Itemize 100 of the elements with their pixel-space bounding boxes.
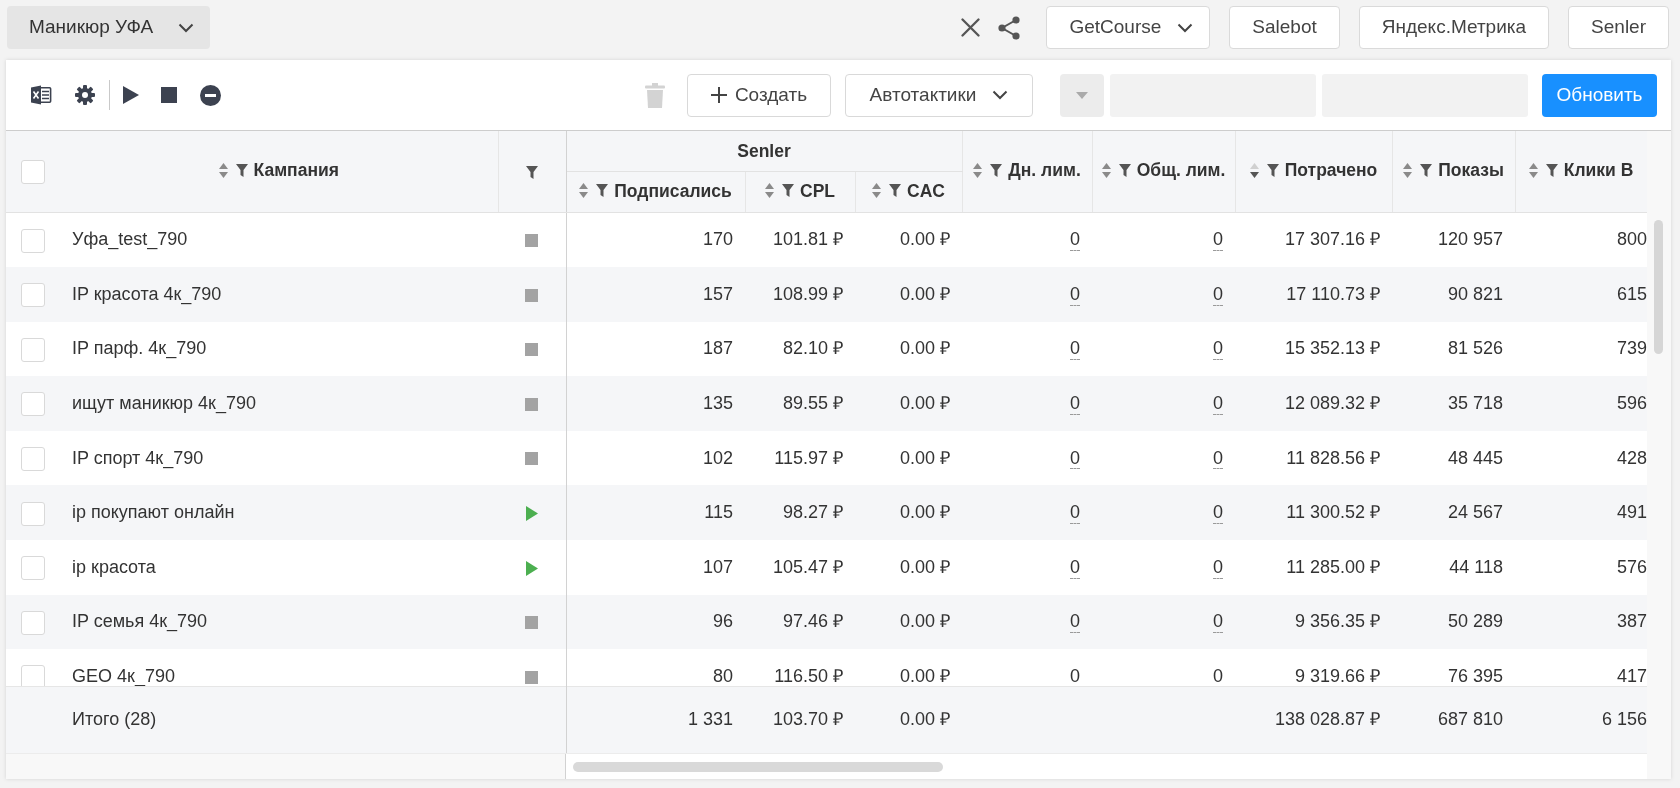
editable-value[interactable]: 0 <box>1213 502 1223 524</box>
editable-value[interactable]: 0 <box>1213 229 1223 251</box>
stop-status-icon[interactable] <box>525 616 539 630</box>
editable-value[interactable]: 0 <box>1070 556 1080 579</box>
editable-value[interactable]: 0 <box>1070 283 1080 306</box>
scrollbar-thumb[interactable] <box>573 762 943 773</box>
filter-icon[interactable] <box>526 166 538 179</box>
sort-icon[interactable] <box>1528 162 1538 178</box>
play-status-icon[interactable] <box>525 560 538 576</box>
editable-value[interactable]: 0 <box>1213 611 1223 634</box>
plus-icon <box>710 87 727 103</box>
number-value: 0.00 ₽ <box>899 447 950 468</box>
number-value: 800 <box>1616 229 1647 250</box>
chevron-down-icon <box>992 90 1009 100</box>
row-checkbox[interactable] <box>21 283 45 308</box>
project-dropdown[interactable]: Маникюр УФА <box>7 6 210 49</box>
total-value: 687 810 <box>1437 709 1503 730</box>
filter-icon[interactable] <box>782 184 794 198</box>
chevron-down-icon <box>178 22 194 33</box>
number-value: 11 828.56 ₽ <box>1286 447 1380 468</box>
service-button[interactable]: GetCourse <box>1046 6 1211 49</box>
chevron-down-icon <box>1177 22 1194 33</box>
editable-value[interactable]: 0 <box>1070 393 1080 415</box>
service-button[interactable]: Яндекс.Метрика <box>1358 6 1550 49</box>
editable-value[interactable]: 0 <box>1070 611 1080 634</box>
filter-icon[interactable] <box>235 163 248 177</box>
sort-icon[interactable] <box>973 162 983 178</box>
editable-value[interactable]: 0 <box>1213 447 1223 470</box>
column-header: CAC <box>907 179 945 203</box>
number-value: 108.99 ₽ <box>772 283 843 304</box>
campaign-name: ip красота <box>72 556 156 577</box>
editable-value[interactable]: 0 <box>1213 556 1223 579</box>
row-checkbox[interactable] <box>21 337 45 362</box>
row-checkbox[interactable] <box>21 501 45 526</box>
editable-value[interactable]: 0 <box>1213 393 1223 415</box>
number-value: 491 <box>1616 502 1647 523</box>
filter-icon[interactable] <box>990 163 1003 177</box>
stop-status-icon[interactable] <box>525 670 539 684</box>
sort-icon[interactable] <box>1101 162 1111 178</box>
editable-value[interactable]: 0 <box>1070 338 1080 361</box>
stop-status-icon[interactable] <box>525 234 539 248</box>
number-value: 105.47 ₽ <box>772 556 843 577</box>
spreadsheet-icon[interactable] <box>30 84 52 106</box>
number-value: 107 <box>702 556 733 577</box>
autotactics-dropdown[interactable]: Автотактики <box>845 73 1033 117</box>
number-value: 97.46 ₽ <box>782 611 843 632</box>
column-header: Дн. лим. <box>1008 159 1081 183</box>
sort-icon[interactable] <box>579 183 589 199</box>
number-value: 90 821 <box>1447 283 1503 304</box>
vertical-scrollbar[interactable] <box>1647 131 1671 779</box>
number-value: 89.55 ₽ <box>782 393 843 414</box>
stop-status-icon[interactable] <box>525 343 539 357</box>
stop-status-icon[interactable] <box>525 397 539 411</box>
minus-circle-icon[interactable] <box>200 84 221 106</box>
row-checkbox[interactable] <box>21 228 45 253</box>
filter-icon[interactable] <box>1118 163 1131 177</box>
row-checkbox[interactable] <box>21 446 45 471</box>
row-checkbox[interactable] <box>21 665 45 686</box>
row-checkbox[interactable] <box>21 392 45 417</box>
number-value: 0.00 ₽ <box>899 611 950 632</box>
play-status-icon[interactable] <box>525 506 538 521</box>
editable-value[interactable]: 0 <box>1213 283 1223 306</box>
number-value: 102 <box>702 447 733 468</box>
editable-value[interactable]: 0 <box>1070 229 1080 251</box>
select-all-checkbox[interactable] <box>21 160 45 185</box>
sort-icon[interactable] <box>765 183 774 199</box>
filter-icon[interactable] <box>596 184 609 198</box>
caret-down-icon <box>1076 91 1088 99</box>
filter-icon[interactable] <box>1420 163 1433 177</box>
close-icon[interactable] <box>961 18 981 37</box>
number-value: 0.00 ₽ <box>899 393 950 414</box>
sort-icon[interactable] <box>1249 162 1259 178</box>
scrollbar-thumb[interactable] <box>1654 220 1663 354</box>
number-value: 0.00 ₽ <box>899 666 950 686</box>
filter-icon[interactable] <box>1545 163 1558 177</box>
service-button[interactable]: Senler <box>1568 6 1669 49</box>
share-icon[interactable] <box>998 15 1021 40</box>
play-icon[interactable] <box>122 85 140 105</box>
number-value: 120 957 <box>1437 229 1503 250</box>
number-value: 17 307.16 ₽ <box>1284 229 1380 250</box>
sort-icon[interactable] <box>1403 162 1413 178</box>
editable-value[interactable]: 0 <box>1213 338 1223 361</box>
campaign-name: Уфа_test_790 <box>72 229 188 250</box>
total-value: 103.70 ₽ <box>772 709 843 730</box>
row-checkbox[interactable] <box>21 556 45 581</box>
filter-icon[interactable] <box>889 184 902 198</box>
number-value: 187 <box>702 338 733 359</box>
total-label: Итого (28) <box>72 709 157 730</box>
service-button[interactable]: Salebot <box>1229 6 1340 49</box>
editable-value[interactable]: 0 <box>1070 447 1080 470</box>
sort-icon[interactable] <box>218 162 228 178</box>
row-checkbox[interactable] <box>21 610 45 635</box>
create-button[interactable]: Создать <box>687 73 831 117</box>
stop-status-icon[interactable] <box>525 288 539 302</box>
number-value: 12 089.32 ₽ <box>1284 393 1380 414</box>
sort-icon[interactable] <box>872 183 882 199</box>
filter-icon[interactable] <box>1266 163 1279 177</box>
column-header: Показы <box>1438 159 1504 183</box>
stop-status-icon[interactable] <box>525 452 539 466</box>
editable-value[interactable]: 0 <box>1070 502 1080 524</box>
